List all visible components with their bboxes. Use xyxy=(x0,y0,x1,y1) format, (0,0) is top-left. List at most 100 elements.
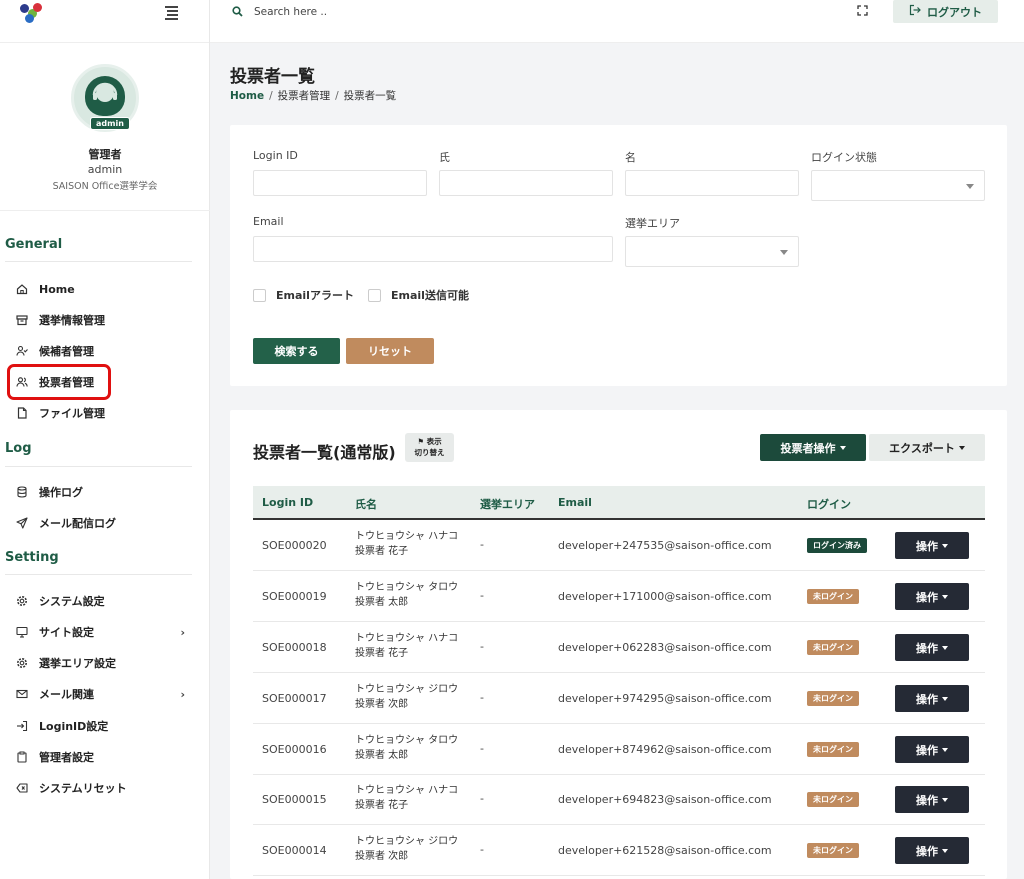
row-action-label: 操作 xyxy=(916,793,938,807)
sidebar-item-files[interactable]: ファイル管理 xyxy=(15,403,195,423)
caret-down-icon xyxy=(839,445,846,450)
search-input[interactable] xyxy=(254,2,454,22)
row-action-label: 操作 xyxy=(916,692,938,706)
email-sendable-checkbox[interactable]: Email送信可能 xyxy=(368,287,469,303)
reset-button[interactable]: リセット xyxy=(346,338,434,364)
column-header-area[interactable]: 選挙エリア xyxy=(480,496,535,512)
breadcrumb-parent[interactable]: 投票者管理 xyxy=(278,90,331,102)
row-action-button[interactable]: 操作 xyxy=(895,685,969,712)
table-row: SOE000016 トウヒョウシャ タロウ 投票者 太郎 - developer+… xyxy=(253,724,985,775)
fullscreen-icon[interactable] xyxy=(857,5,868,16)
section-log: Log xyxy=(5,441,32,456)
cell-area: - xyxy=(480,792,484,805)
cell-name: トウヒョウシャ ハナコ 投票者 花子 xyxy=(355,631,458,661)
row-action-label: 操作 xyxy=(916,743,938,757)
top-bar: ログアウト xyxy=(210,0,1024,43)
row-action-button[interactable]: 操作 xyxy=(895,634,969,661)
app-logo[interactable] xyxy=(20,3,42,24)
status-badge: 未ログイン xyxy=(807,691,859,706)
name-kana: トウヒョウシャ ハナコ xyxy=(355,531,459,542)
cell-area: - xyxy=(480,538,484,551)
last-name-label: 氏 xyxy=(439,151,450,164)
hamburger-icon[interactable] xyxy=(165,6,178,22)
login-state-select[interactable] xyxy=(811,170,985,201)
first-name-input[interactable] xyxy=(625,170,799,196)
sidebar-item-label: システム設定 xyxy=(39,595,105,608)
checkbox-label: Emailアラート xyxy=(276,289,354,302)
sidebar-item-admin[interactable]: 管理者設定 xyxy=(15,747,195,767)
column-header-email[interactable]: Email xyxy=(558,496,592,509)
cell-name: トウヒョウシャ ジロウ 投票者 次郎 xyxy=(355,682,458,712)
sidebar-item-loginid[interactable]: LoginID設定 xyxy=(15,716,195,736)
checkbox-box[interactable] xyxy=(253,288,266,302)
row-action-button[interactable]: 操作 xyxy=(895,736,969,763)
login-state-label: ログイン状態 xyxy=(811,151,877,164)
sidebar-item-oplog[interactable]: 操作ログ xyxy=(15,482,195,502)
sidebar-item-label: LoginID設定 xyxy=(39,720,109,733)
row-action-button[interactable]: 操作 xyxy=(895,583,969,610)
email-input[interactable] xyxy=(253,236,613,262)
checkbox-box[interactable] xyxy=(368,288,381,302)
export-button[interactable]: エクスポート xyxy=(869,434,985,461)
sidebar-item-candidates[interactable]: 候補者管理 xyxy=(15,341,195,361)
status-badge: 未ログイン xyxy=(807,742,859,757)
send-icon xyxy=(15,516,29,530)
column-header-login-id[interactable]: Login ID xyxy=(262,496,313,509)
caret-down-icon xyxy=(942,543,948,548)
cell-name: トウヒョウシャ ハナコ 投票者 花子 xyxy=(355,529,458,559)
sidebar-item-system[interactable]: システム設定 xyxy=(15,591,195,611)
cell-email: developer+171000@saison-office.com xyxy=(558,590,772,603)
sidebar-item-home[interactable]: Home xyxy=(15,279,195,299)
cell-login-id: SOE000017 xyxy=(262,692,327,705)
sidebar-item-area[interactable]: 選挙エリア設定 xyxy=(15,653,195,673)
table-row: SOE000014 トウヒョウシャ ジロウ 投票者 次郎 - developer+… xyxy=(253,825,985,876)
cell-area: - xyxy=(480,691,484,704)
section-divider xyxy=(5,574,192,575)
logout-button[interactable]: ログアウト xyxy=(893,0,998,23)
sidebar-item-mail[interactable]: メール関連 › xyxy=(15,684,195,704)
row-action-label: 操作 xyxy=(916,590,938,604)
column-header-login[interactable]: ログイン xyxy=(807,496,851,512)
name-kanji: 投票者 花子 xyxy=(355,800,409,811)
breadcrumb-separator: / xyxy=(335,90,339,102)
email-alert-checkbox[interactable]: Emailアラート xyxy=(253,287,354,303)
search-button[interactable]: 検索する xyxy=(253,338,340,364)
view-toggle-button[interactable]: ⚑ 表示 切り替え xyxy=(405,433,454,462)
breadcrumb-home[interactable]: Home xyxy=(230,90,264,102)
sidebar-item-election[interactable]: 選挙情報管理 xyxy=(15,310,195,330)
column-header-name[interactable]: 氏名 xyxy=(355,496,377,512)
sidebar-item-maillog[interactable]: メール配信ログ xyxy=(15,513,195,533)
sidebar-item-reset[interactable]: システムリセット xyxy=(15,778,195,798)
backspace-icon xyxy=(15,781,29,795)
status-badge: 未ログイン xyxy=(807,792,859,807)
row-action-button[interactable]: 操作 xyxy=(895,532,969,559)
search-icon[interactable] xyxy=(232,6,243,17)
login-icon xyxy=(15,719,29,733)
cell-email: developer+874962@saison-office.com xyxy=(558,743,772,756)
row-action-button[interactable]: 操作 xyxy=(895,786,969,813)
name-kana: トウヒョウシャ ハナコ xyxy=(355,633,459,644)
logout-icon xyxy=(909,4,921,19)
cell-login-id: SOE000014 xyxy=(262,844,327,857)
row-action-button[interactable]: 操作 xyxy=(895,837,969,864)
cell-login-id: SOE000020 xyxy=(262,539,327,552)
sidebar-item-label: 選挙情報管理 xyxy=(39,314,105,327)
sidebar-item-label: 候補者管理 xyxy=(39,345,94,358)
area-select[interactable] xyxy=(625,236,799,267)
gear-icon xyxy=(15,594,29,608)
sidebar-item-site[interactable]: サイト設定 › xyxy=(15,622,195,642)
sidebar-item-label: 管理者設定 xyxy=(39,751,94,764)
section-setting: Setting xyxy=(5,550,59,565)
voter-ops-button[interactable]: 投票者操作 xyxy=(760,434,866,461)
user-profile: admin 管理者 admin SAISON Office選挙学会 xyxy=(0,64,210,192)
page-title: 投票者一覧 xyxy=(230,67,315,87)
last-name-input[interactable] xyxy=(439,170,613,196)
caret-down-icon xyxy=(942,797,948,802)
login-id-input[interactable] xyxy=(253,170,427,196)
cell-email: developer+247535@saison-office.com xyxy=(558,539,772,552)
chevron-right-icon: › xyxy=(180,625,185,639)
sidebar-item-label: サイト設定 xyxy=(39,626,94,639)
toggle-label-line2: 切り替え xyxy=(414,447,445,457)
cell-name: トウヒョウシャ ハナコ 投票者 花子 xyxy=(355,783,458,813)
table-row: SOE000017 トウヒョウシャ ジロウ 投票者 次郎 - developer+… xyxy=(253,673,985,724)
